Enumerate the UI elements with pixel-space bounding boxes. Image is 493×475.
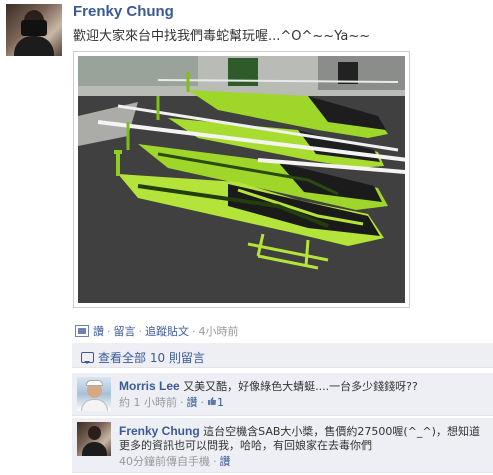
- comment-body: Frenky Chung 這台空機含SAB大小槳，售價約27500喔(^_^)，…: [119, 424, 489, 469]
- commenter-avatar[interactable]: [77, 377, 111, 411]
- commenter-name[interactable]: Frenky Chung: [119, 424, 200, 438]
- avatar-body: [14, 36, 54, 56]
- comment-link[interactable]: 留言: [114, 325, 136, 338]
- comment-bubble-icon: [81, 352, 94, 364]
- comment-text: 又美又酷，好像綠色大蜻蜓....一台多少錢錢呀??: [183, 380, 418, 393]
- comment-meta: 約 1 小時前 · 讚 · 1: [119, 396, 224, 410]
- view-all-comments-link[interactable]: 查看全部 10 則留言: [98, 351, 205, 365]
- commenter-name[interactable]: Morris Lee: [119, 379, 180, 393]
- follow-post-link[interactable]: 追蹤貼文: [145, 325, 189, 338]
- comment-item: Frenky Chung 這台空機含SAB大小槳，售價約27500喔(^_^)，…: [72, 418, 493, 473]
- helicopter-photo[interactable]: [78, 56, 405, 303]
- camera-icon: [21, 20, 47, 36]
- comments-section: 查看全部 10 則留言 Morris Lee 又美又酷，好像綠色大蜻蜓....一…: [72, 343, 493, 473]
- comment-like-count[interactable]: 1: [217, 396, 224, 409]
- post-message: 歡迎大家來台中找我們毒蛇幫玩喔...^O^~~Ya~~: [73, 29, 371, 44]
- thumbs-up-icon[interactable]: [207, 396, 217, 410]
- post-timestamp: 4小時前: [198, 325, 239, 338]
- view-all-comments[interactable]: 查看全部 10 則留言: [72, 343, 493, 368]
- comment-like-link[interactable]: 讚: [187, 396, 198, 409]
- commenter-avatar[interactable]: [77, 422, 111, 456]
- comment-meta: 40分鐘前傳自手機 · 讚: [119, 455, 231, 468]
- post-photo-frame[interactable]: [73, 51, 410, 308]
- photo-album-icon: [75, 325, 89, 337]
- comment-body: Morris Lee 又美又酷，好像綠色大蜻蜓....一台多少錢錢呀?? 約 1…: [119, 379, 489, 410]
- comment-timestamp: 40分鐘前傳自手機: [119, 455, 210, 468]
- comment-item: Morris Lee 又美又酷，好像綠色大蜻蜓....一台多少錢錢呀?? 約 1…: [72, 373, 493, 416]
- post-actions: 讚 · 留言 · 追蹤貼文 · 4小時前: [75, 323, 239, 339]
- post-author-name[interactable]: Frenky Chung: [73, 3, 174, 20]
- like-link[interactable]: 讚: [93, 325, 104, 338]
- author-avatar[interactable]: [6, 4, 62, 56]
- comment-like-link[interactable]: 讚: [220, 455, 231, 468]
- comment-timestamp: 約 1 小時前: [119, 396, 177, 409]
